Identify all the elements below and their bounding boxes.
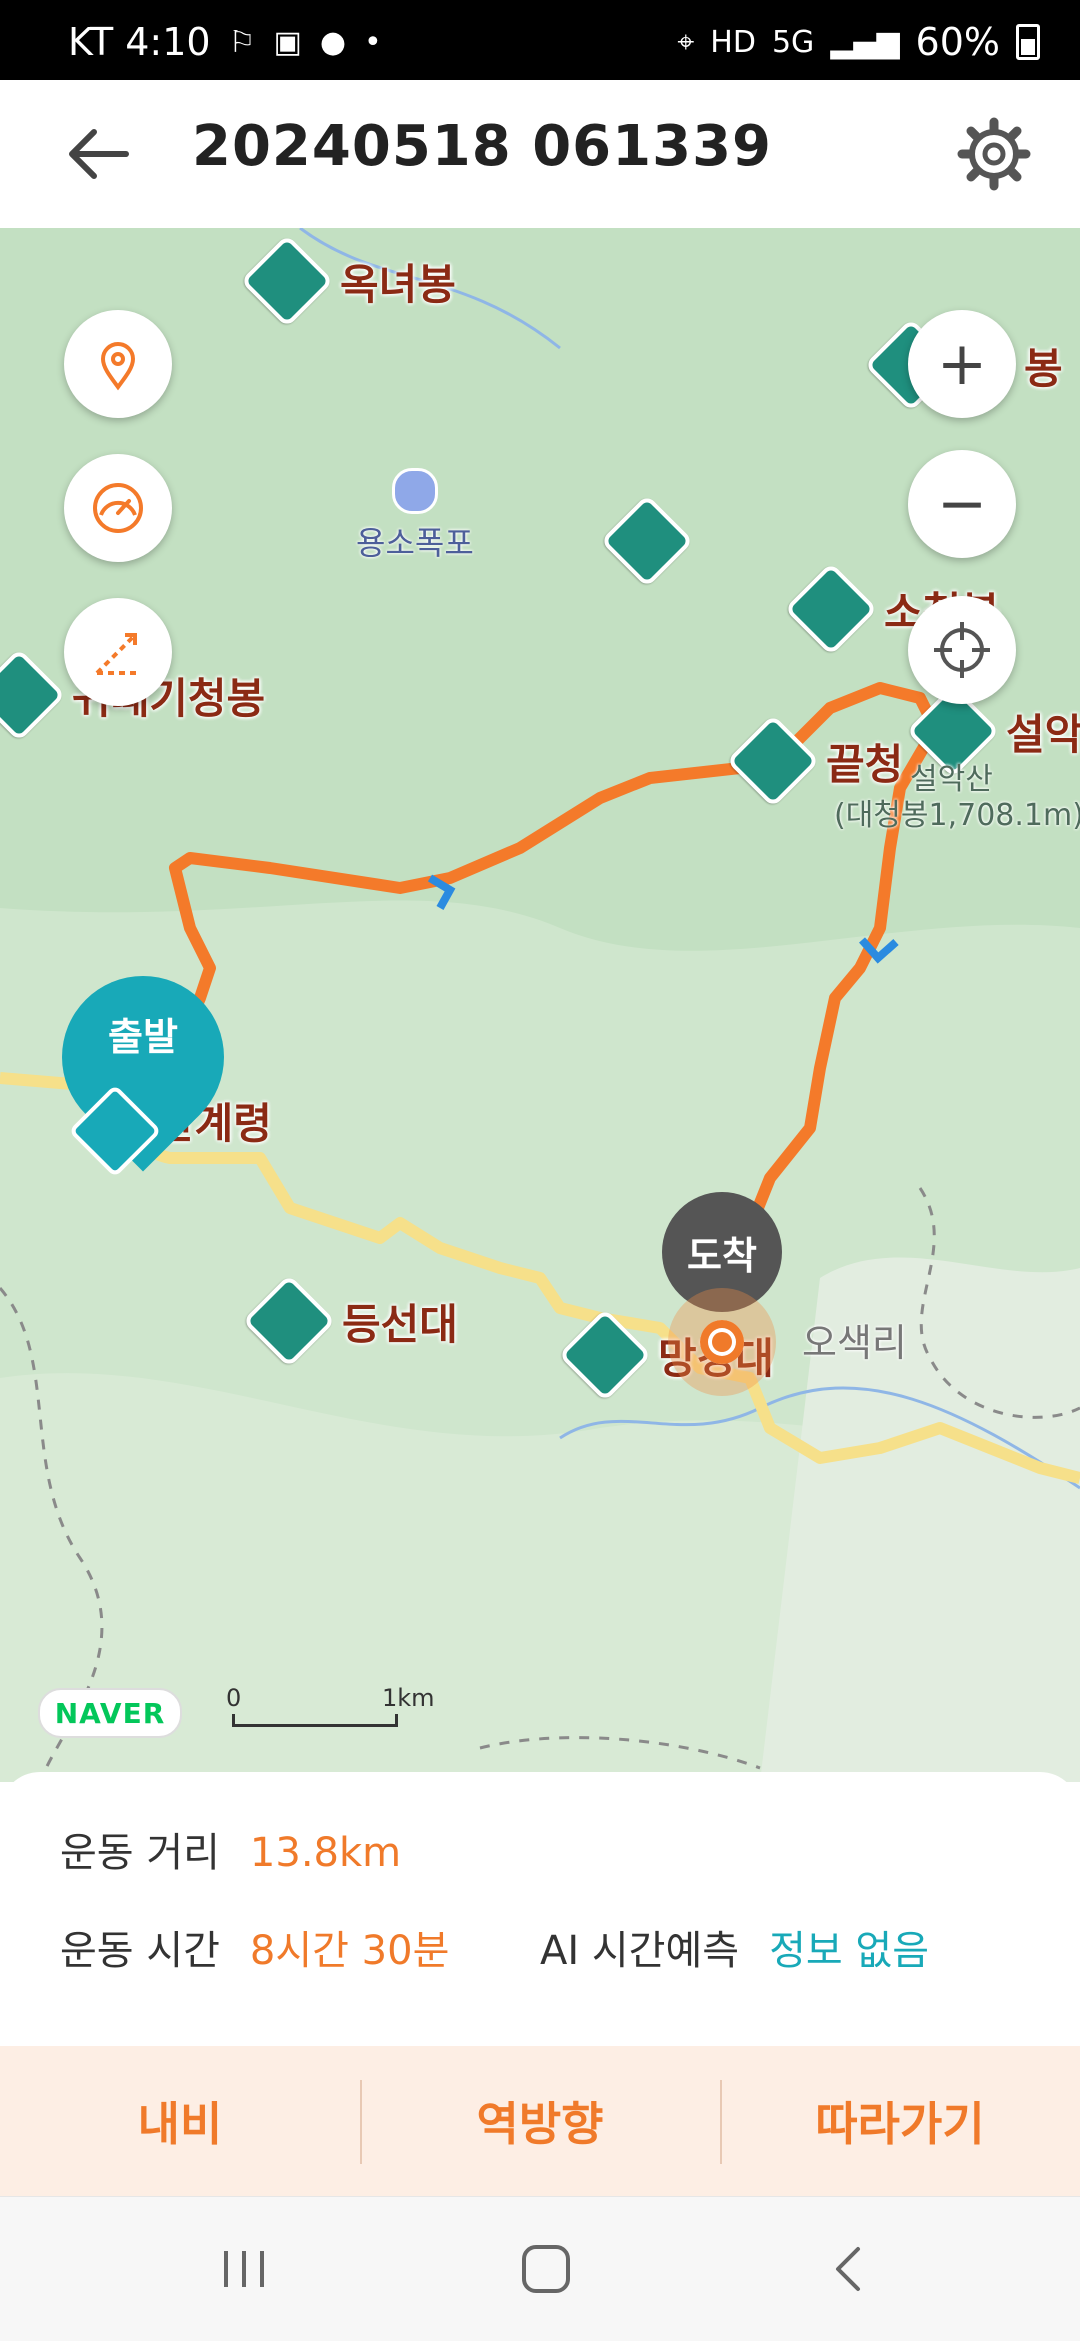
mountain-height-label: (대청봉1,708.1m) (834, 798, 1080, 833)
page-title: 20240518 061339 (192, 114, 773, 179)
ai-prediction-value: 정보 없음 (769, 1928, 929, 1974)
minus-icon: − (936, 469, 988, 539)
recent-apps-button[interactable] (184, 2227, 304, 2311)
mountain-icon (558, 1308, 652, 1402)
arrow-left-icon (69, 129, 129, 179)
battery-icon (1016, 24, 1040, 60)
peak-marker[interactable] (600, 494, 694, 588)
elevation-slope-icon (95, 633, 139, 675)
peak-marker[interactable]: 끝청 (726, 714, 903, 808)
distance-row: 운동 거리 13.8km (60, 1820, 401, 1878)
talk-icon: ● (319, 24, 347, 60)
status-bar: KT 4:10 ⚐ ▣ ● • ⌖ HD 5G ▂▄▆ 60% (0, 0, 1080, 80)
back-button[interactable] (60, 118, 140, 190)
app-header: 20240518 061339 (0, 80, 1080, 228)
battery-percent: 60% (915, 20, 1000, 64)
location-pin-button[interactable] (64, 310, 172, 418)
navi-button[interactable]: 내비 (0, 2046, 360, 2196)
ai-prediction-row: AI 시간예측 정보 없음 (540, 1918, 929, 1976)
hd-icon: HD (710, 24, 756, 60)
chevron-left-icon (836, 2247, 860, 2291)
activity-icon: ⚐ (228, 24, 256, 60)
speedometer-button[interactable] (64, 454, 172, 562)
action-bar: 내비 역방향 따라가기 (0, 2046, 1080, 2196)
scale-zero: 0 (226, 1684, 242, 1712)
time-value: 8시간 30분 (249, 1928, 450, 1974)
start-marker-label: 출발 (108, 1015, 178, 1059)
elevation-button[interactable] (64, 598, 172, 706)
mountain-icon (600, 494, 694, 588)
gallery-icon: ▣ (273, 24, 302, 60)
system-nav-bar (0, 2196, 1080, 2341)
naver-logo: NAVER (38, 1688, 182, 1738)
recenter-button[interactable] (908, 596, 1016, 704)
mountain-icon (0, 648, 66, 742)
system-back-button[interactable] (790, 2227, 910, 2311)
waterfall-icon (392, 468, 438, 514)
status-time: KT 4:10 (68, 20, 211, 64)
reverse-button[interactable]: 역방향 (360, 2046, 720, 2196)
place-label: 용소폭포 (356, 524, 474, 562)
gear-icon (957, 117, 1031, 191)
location-pin-icon (100, 342, 136, 391)
mountain-icon (242, 1274, 336, 1368)
scale-bar (232, 1714, 398, 1727)
distance-value: 13.8km (249, 1830, 402, 1876)
time-label: 운동 시간 (60, 1928, 220, 1974)
mountain-icon (784, 562, 878, 656)
route-map[interactable]: 옥녀봉 봉 소청봉 귀때기청봉 끝청 설악 등선대 망경대 설악산 (대청봉1,… (0, 228, 1080, 1782)
zoom-out-button[interactable]: − (908, 450, 1016, 558)
home-button[interactable] (486, 2227, 606, 2311)
zoom-in-button[interactable]: + (908, 310, 1016, 418)
dot-icon: • (364, 24, 382, 60)
signal-icon: ▂▄▆ (830, 24, 900, 60)
speedometer-icon (93, 483, 143, 533)
settings-button[interactable] (956, 116, 1032, 192)
peak-marker[interactable]: 옥녀봉 (240, 234, 456, 328)
ai-prediction-label: AI 시간예측 (540, 1928, 740, 1974)
map-scale: 0 1km (226, 1684, 435, 1727)
follow-button[interactable]: 따라가기 (720, 2046, 1080, 2196)
distance-label: 운동 거리 (60, 1830, 220, 1876)
peak-marker[interactable]: 등선대 (242, 1274, 458, 1368)
scale-one: 1km (382, 1684, 435, 1712)
time-row: 운동 시간 8시간 30분 (60, 1918, 449, 1976)
crosshair-icon (934, 622, 990, 678)
workout-info-panel: 운동 거리 13.8km 운동 시간 8시간 30분 AI 시간예측 정보 없음 (0, 1772, 1080, 2046)
plus-icon: + (936, 329, 988, 399)
mountain-icon (240, 234, 334, 328)
recent-apps-icon (224, 2251, 264, 2287)
current-location-icon (700, 1320, 744, 1364)
place-label: 오색리 (802, 1321, 907, 1365)
mountain-icon (726, 714, 820, 808)
home-icon (522, 2245, 570, 2293)
network-type: 5G (771, 24, 815, 60)
location-icon: ⌖ (677, 24, 695, 60)
